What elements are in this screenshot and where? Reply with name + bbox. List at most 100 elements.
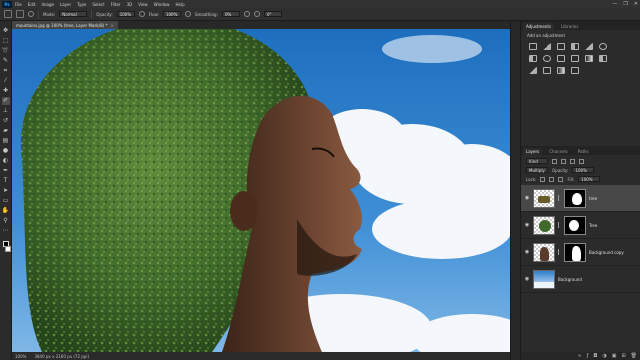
layer-mask-thumbnail[interactable] bbox=[564, 188, 586, 208]
mask-link-icon[interactable] bbox=[558, 222, 561, 228]
posterize-icon[interactable] bbox=[529, 67, 537, 74]
new-adjustment-icon[interactable]: ◑ bbox=[602, 353, 606, 359]
exposure-icon[interactable] bbox=[571, 43, 579, 50]
hand-icon[interactable]: ✋ bbox=[2, 207, 10, 215]
menu-type[interactable]: Type bbox=[77, 2, 86, 7]
history-brush-icon[interactable]: ↺ bbox=[2, 117, 10, 125]
visibility-eye-icon[interactable]: ◉ bbox=[524, 276, 530, 282]
stamp-icon[interactable]: ⊥ bbox=[2, 107, 10, 115]
angle-icon[interactable] bbox=[253, 11, 260, 17]
menu-3d[interactable]: 3D bbox=[127, 2, 133, 7]
new-layer-icon[interactable]: ⊞ bbox=[621, 353, 625, 359]
dodge-icon[interactable]: ◐ bbox=[2, 157, 10, 165]
menu-file[interactable]: File bbox=[15, 2, 22, 7]
vibrance-icon[interactable] bbox=[585, 43, 593, 50]
close-tab-icon[interactable]: × bbox=[110, 23, 113, 28]
layer-row-background-copy[interactable]: ◉ Background copy bbox=[521, 239, 640, 266]
tab-paths[interactable]: Paths bbox=[575, 148, 592, 155]
curves-icon[interactable] bbox=[557, 43, 565, 50]
visibility-eye-icon[interactable]: ◉ bbox=[524, 222, 530, 228]
brush-tool-icon[interactable] bbox=[16, 10, 24, 18]
menu-help[interactable]: Help bbox=[175, 2, 184, 7]
pen-icon[interactable]: ✒ bbox=[2, 167, 10, 175]
background-color-swatch[interactable] bbox=[5, 246, 11, 252]
delete-layer-icon[interactable]: 🗑 bbox=[631, 353, 637, 359]
layer-row-tree[interactable]: ◉ tree bbox=[521, 185, 640, 212]
filter-pixel-icon[interactable] bbox=[552, 158, 557, 164]
filter-shape-icon[interactable] bbox=[579, 158, 584, 164]
color-balance-icon[interactable] bbox=[529, 55, 537, 62]
brightness-contrast-icon[interactable] bbox=[529, 43, 537, 50]
menu-filter[interactable]: Filter bbox=[111, 2, 121, 7]
close-icon[interactable]: ✕ bbox=[634, 1, 638, 7]
threshold-icon[interactable] bbox=[543, 67, 551, 74]
tab-channels[interactable]: Channels bbox=[546, 148, 571, 155]
document-tab[interactable]: mountains.jpg @ 100% (tree, Layer Mask/8… bbox=[12, 21, 118, 29]
mask-link-icon[interactable] bbox=[558, 249, 561, 255]
document-canvas[interactable] bbox=[12, 29, 510, 352]
menu-select[interactable]: Select bbox=[92, 2, 104, 7]
menu-edit[interactable]: Edit bbox=[28, 2, 36, 7]
layer-mask-thumbnail[interactable] bbox=[564, 215, 586, 235]
brush-icon[interactable]: ✐ bbox=[1, 97, 10, 105]
visibility-eye-icon[interactable]: ◉ bbox=[524, 195, 530, 201]
filter-type-icon[interactable] bbox=[570, 158, 575, 164]
lock-position-icon[interactable] bbox=[549, 176, 555, 182]
black-white-icon[interactable] bbox=[543, 55, 551, 62]
flow-field[interactable]: 100% bbox=[162, 11, 181, 17]
menu-layer[interactable]: Layer bbox=[60, 2, 71, 7]
airbrush-icon[interactable] bbox=[184, 11, 191, 17]
mask-link-icon[interactable] bbox=[558, 195, 561, 201]
eraser-icon[interactable]: ▰ bbox=[2, 127, 10, 135]
more-tools-icon[interactable]: ⋯ bbox=[2, 227, 10, 235]
filter-adjustment-icon[interactable] bbox=[561, 158, 566, 164]
mode-select[interactable]: Normal bbox=[59, 11, 88, 17]
menu-window[interactable]: Window bbox=[154, 2, 170, 7]
blend-mode-select[interactable]: Multiply bbox=[526, 167, 548, 173]
blur-icon[interactable]: ● bbox=[2, 147, 10, 155]
visibility-eye-icon[interactable]: ◉ bbox=[524, 249, 530, 255]
selective-color-icon[interactable] bbox=[571, 67, 579, 74]
tab-layers[interactable]: Layers bbox=[523, 148, 543, 155]
new-group-icon[interactable]: ▣ bbox=[612, 353, 617, 359]
layer-row-tree-2[interactable]: ◉ Tree bbox=[521, 212, 640, 239]
shape-icon[interactable]: ▭ bbox=[2, 197, 10, 205]
marquee-icon[interactable]: ⬚ bbox=[2, 37, 10, 45]
healing-icon[interactable]: ✚ bbox=[2, 87, 10, 95]
gradient-map-icon[interactable] bbox=[557, 67, 565, 74]
add-mask-icon[interactable]: ◘ bbox=[593, 353, 597, 359]
photo-filter-icon[interactable] bbox=[557, 55, 565, 62]
channel-mixer-icon[interactable] bbox=[571, 55, 579, 62]
fill-field[interactable]: 100% bbox=[578, 176, 601, 182]
lasso-icon[interactable]: ➰ bbox=[2, 47, 10, 55]
restore-icon[interactable]: ❐ bbox=[623, 1, 627, 7]
layer-row-background[interactable]: ◉ Background bbox=[521, 266, 640, 293]
pressure-opacity-icon[interactable] bbox=[138, 11, 145, 17]
layer-style-icon[interactable]: ƒ bbox=[587, 353, 589, 359]
gear-icon[interactable] bbox=[243, 11, 250, 17]
move-icon[interactable]: ✥ bbox=[2, 27, 10, 35]
path-select-icon[interactable]: ➤ bbox=[2, 187, 10, 195]
crop-icon[interactable]: ⌗ bbox=[2, 67, 10, 75]
lock-all-icon[interactable] bbox=[558, 176, 564, 182]
brush-preset-icon[interactable] bbox=[28, 11, 34, 17]
smoothing-field[interactable]: 0% bbox=[221, 11, 240, 17]
angle-field[interactable]: 0° bbox=[263, 11, 282, 17]
minimize-icon[interactable]: — bbox=[612, 1, 617, 7]
gradient-icon[interactable]: ▤ bbox=[2, 137, 10, 145]
kind-filter-select[interactable]: Kind bbox=[526, 158, 548, 164]
layer-mask-thumbnail[interactable] bbox=[564, 242, 586, 262]
color-lookup-icon[interactable] bbox=[585, 55, 593, 62]
zoom-level[interactable]: 100% bbox=[15, 354, 26, 359]
hue-saturation-icon[interactable] bbox=[599, 43, 607, 50]
lock-pixels-icon[interactable] bbox=[540, 176, 546, 182]
layer-opacity-field[interactable]: 100% bbox=[572, 167, 595, 173]
zoom-icon[interactable]: ⚲ bbox=[2, 217, 10, 225]
link-layers-icon[interactable]: ∞ bbox=[577, 353, 581, 359]
invert-icon[interactable] bbox=[599, 55, 607, 62]
tab-libraries[interactable]: Libraries bbox=[558, 23, 581, 30]
levels-icon[interactable] bbox=[543, 43, 551, 50]
opacity-field[interactable]: 100% bbox=[116, 11, 135, 17]
home-icon[interactable] bbox=[4, 10, 12, 18]
type-icon[interactable]: T bbox=[2, 177, 10, 185]
